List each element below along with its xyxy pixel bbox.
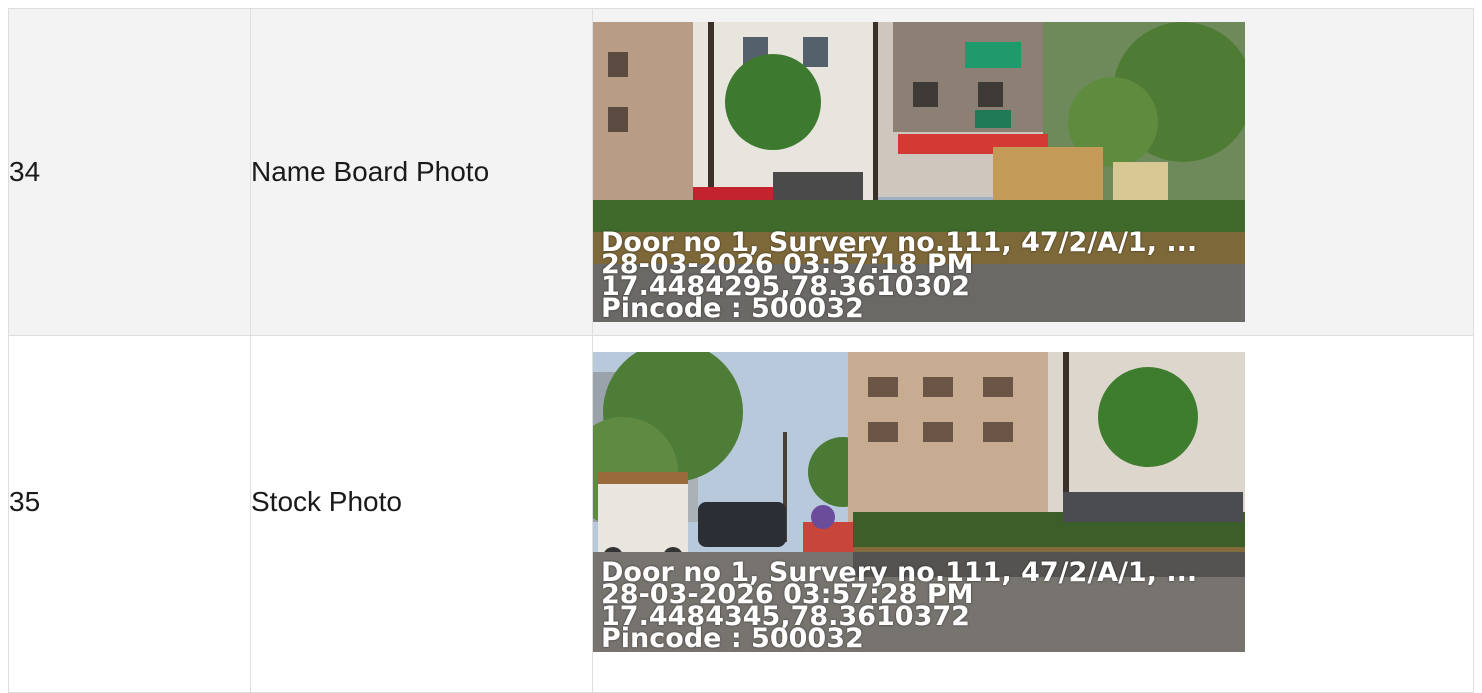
photo-cell: Door no 1, Survery no.111, 47/2/A/1, ...…: [592, 335, 1474, 693]
photo-type-label: Name Board Photo: [250, 8, 593, 336]
mens-pg-sign: [965, 42, 1021, 68]
photo-type-label: Stock Photo: [250, 335, 593, 693]
row-number: 34: [8, 8, 251, 336]
name-board-photo[interactable]: Door no 1, Survery no.111, 47/2/A/1, ...…: [593, 22, 1245, 322]
row-number: 35: [8, 335, 251, 693]
photo-table: 34 Name Board Photo Door no 1, Survery n…: [8, 8, 1474, 693]
table-row: 34 Name Board Photo Door no 1, Survery n…: [8, 8, 1474, 336]
table-row: 35 Stock Photo Door no 1, Survery no.111…: [8, 335, 1474, 693]
photo-cell: Door no 1, Survery no.111, 47/2/A/1, ...…: [592, 8, 1474, 336]
photo-geotag-overlay: Door no 1, Survery no.111, 47/2/A/1, ...…: [601, 229, 1197, 322]
photo-geotag-overlay: Door no 1, Survery no.111, 47/2/A/1, ...…: [601, 559, 1197, 652]
stock-photo[interactable]: Door no 1, Survery no.111, 47/2/A/1, ...…: [593, 352, 1245, 652]
